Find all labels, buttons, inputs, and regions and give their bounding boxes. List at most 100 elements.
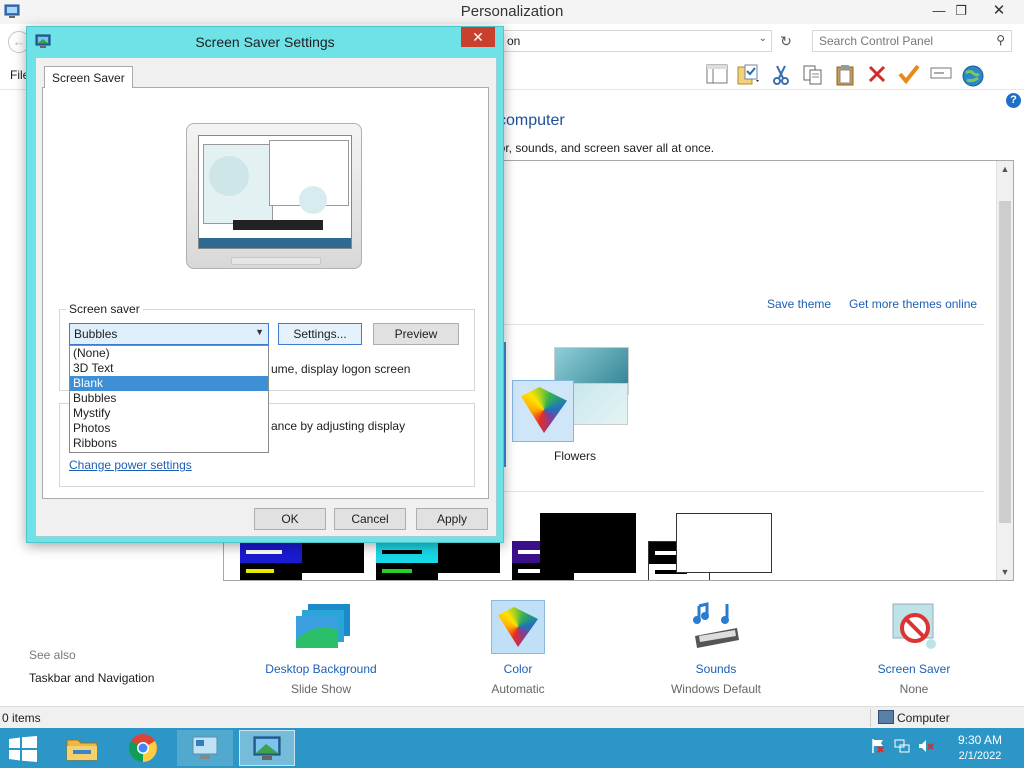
status-bar: 0 items Computer (0, 706, 1024, 728)
sounds-item[interactable]: Sounds Windows Default (641, 596, 791, 696)
chrome-icon[interactable] (115, 730, 171, 766)
desktop-background-value: Slide Show (290, 682, 352, 696)
dropdown-option-none[interactable]: (None) (70, 346, 268, 361)
screen-saver-select-value: Bubbles (74, 327, 118, 341)
personalization-taskbar-icon[interactable] (239, 730, 295, 766)
cut-icon[interactable] (768, 64, 794, 88)
personalization-settings-row: See also Taskbar and Navigation Desktop … (0, 596, 1024, 696)
high-contrast-theme-2-preview (438, 541, 500, 573)
sounds-value: Windows Default (670, 682, 762, 696)
color-item[interactable]: Color Automatic (443, 596, 593, 696)
high-contrast-theme-1-preview (302, 541, 364, 573)
taskbar-navigation-link[interactable]: Taskbar and Navigation (29, 671, 154, 685)
apply-button[interactable]: Apply (416, 508, 488, 530)
monitor-preview (186, 123, 362, 269)
network-icon[interactable] (894, 738, 910, 754)
monitor-stand (231, 257, 321, 265)
theme-divider (500, 324, 984, 325)
dropdown-option-ribbons[interactable]: Ribbons (70, 436, 268, 451)
dropdown-option-photos[interactable]: Photos (70, 421, 268, 436)
rename-icon[interactable] (928, 64, 954, 88)
chevron-down-icon[interactable]: ▼ (255, 327, 264, 337)
delete-icon[interactable] (864, 64, 890, 88)
desktop-background-link[interactable]: Desktop Background (246, 662, 396, 676)
dropdown-option-mystify[interactable]: Mystify (70, 406, 268, 421)
high-contrast-theme-2[interactable] (376, 541, 438, 580)
layout-icon[interactable] (704, 64, 730, 88)
screen-saver-item[interactable]: Screen Saver None (839, 596, 989, 696)
title-bar: Personalization — ❐ ✕ (0, 0, 1024, 24)
themes-scrollbar[interactable]: ▲ ▼ (996, 161, 1013, 580)
dropdown-option-3d-text[interactable]: 3D Text (70, 361, 268, 376)
get-more-themes-link[interactable]: Get more themes online (849, 297, 977, 311)
paste-icon[interactable] (832, 64, 858, 88)
scroll-up-icon[interactable]: ▲ (997, 161, 1013, 177)
high-contrast-theme-1[interactable] (240, 541, 302, 580)
search-icon[interactable]: ⚲ (996, 33, 1005, 47)
search-input[interactable]: Search Control Panel ⚲ (812, 30, 1012, 52)
power-management-text: ance by adjusting display (271, 419, 406, 433)
wait-resume-text: ume, display logon screen (271, 362, 411, 376)
file-explorer-icon[interactable] (54, 730, 110, 766)
preview-button[interactable]: Preview (373, 323, 459, 345)
restore-icon[interactable]: ❐ (946, 0, 976, 22)
flowers-wallpaper-preview-2 (570, 383, 628, 425)
sounds-link[interactable]: Sounds (641, 662, 791, 676)
volume-muted-icon[interactable] (918, 738, 934, 754)
screen-saver-select[interactable]: Bubbles ▼ (69, 323, 269, 345)
preview-strip (233, 220, 323, 230)
taskbar: 9:30 AM 2/1/2022 (0, 728, 1024, 768)
screen-saver-settings-dialog: Screen Saver Settings ✕ Screen Saver Scr… (26, 26, 504, 543)
screen-saver-value: None (899, 682, 929, 696)
clock-time: 9:30 AM (957, 733, 1003, 747)
desktop-background-icon (294, 600, 350, 654)
cancel-button[interactable]: Cancel (334, 508, 406, 530)
scroll-thumb[interactable] (999, 201, 1011, 523)
dialog-body: Screen Saver Screen saver Bubbles ▼ Sett… (35, 57, 497, 537)
remote-desktop-icon[interactable] (177, 730, 233, 766)
dropdown-option-bubbles[interactable]: Bubbles (70, 391, 268, 406)
flowers-theme-tile[interactable] (512, 380, 574, 442)
search-placeholder: Search Control Panel (819, 34, 934, 48)
save-theme-link[interactable]: Save theme (767, 297, 831, 311)
system-clock[interactable]: 9:30 AM 2/1/2022 (952, 732, 1008, 764)
windows-start-icon[interactable] (8, 736, 38, 762)
color-fan-icon (491, 600, 545, 654)
address-field[interactable]: on ⌄ (500, 30, 772, 52)
action-center-flag-icon[interactable] (870, 738, 886, 754)
page-description: lor, sounds, and screen saver all at onc… (496, 141, 715, 155)
change-power-settings-link[interactable]: Change power settings (69, 458, 192, 472)
ok-button[interactable]: OK (254, 508, 326, 530)
close-icon[interactable]: ✕ (984, 0, 1014, 22)
status-divider (870, 709, 871, 727)
settings-button[interactable]: Settings... (278, 323, 362, 345)
clock-date: 2/1/2022 (958, 750, 1002, 762)
dropdown-option-blank[interactable]: Blank (70, 376, 268, 391)
dialog-close-icon[interactable]: ✕ (461, 27, 495, 47)
screen-saver-link[interactable]: Screen Saver (839, 662, 989, 676)
system-tray (870, 738, 934, 754)
toolbar (704, 63, 986, 89)
desktop-background-item[interactable]: Desktop Background Slide Show (246, 596, 396, 696)
high-contrast-theme-3-preview (540, 513, 636, 573)
status-computer-label: Computer (897, 711, 950, 725)
dialog-title: Screen Saver Settings (195, 34, 335, 50)
computer-icon (878, 710, 894, 724)
chevron-down-icon[interactable]: ⌄ (759, 33, 767, 44)
color-link[interactable]: Color (443, 662, 593, 676)
properties-icon[interactable] (736, 64, 762, 88)
globe-icon[interactable] (960, 64, 986, 88)
items-count: 0 items (2, 711, 41, 725)
scroll-down-icon[interactable]: ▼ (997, 564, 1013, 580)
refresh-icon[interactable]: ↻ (776, 30, 796, 52)
help-icon[interactable]: ? (1006, 93, 1021, 108)
screen-saver-tab-page: Screen saver Bubbles ▼ Settings... Previ… (42, 87, 489, 499)
check-icon[interactable] (896, 64, 922, 88)
window-title: Personalization (460, 3, 564, 20)
page-heading: computer (498, 112, 565, 129)
copy-icon[interactable] (800, 64, 826, 88)
sounds-icon (689, 600, 743, 654)
screen-saver-group-label: Screen saver (66, 302, 143, 316)
high-contrast-theme-4-preview (676, 513, 772, 573)
tab-screen-saver[interactable]: Screen Saver (44, 66, 133, 88)
